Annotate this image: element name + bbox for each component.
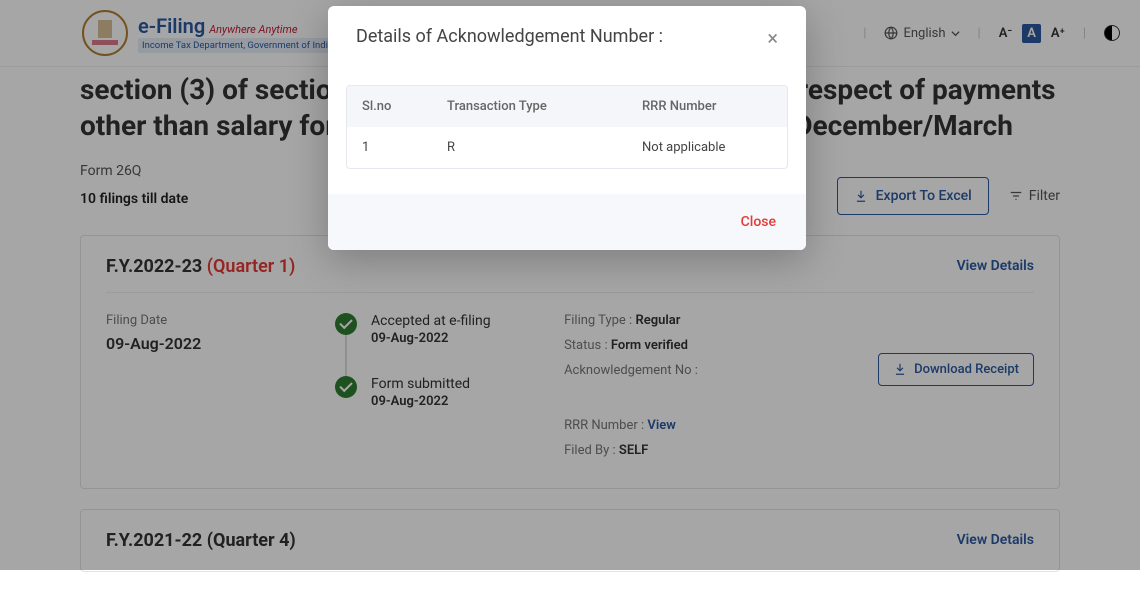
close-button[interactable]: Close bbox=[741, 214, 776, 230]
close-icon[interactable]: × bbox=[767, 26, 778, 50]
cell-slno: 1 bbox=[362, 140, 447, 155]
ack-table: Sl.no Transaction Type RRR Number 1 R No… bbox=[346, 85, 788, 169]
col-slno: Sl.no bbox=[362, 99, 447, 114]
modal-title: Details of Acknowledgement Number : bbox=[356, 26, 663, 47]
cell-txn-type: R bbox=[447, 140, 642, 155]
col-rrr: RRR Number bbox=[642, 99, 772, 114]
ack-details-modal: Details of Acknowledgement Number : × Sl… bbox=[328, 6, 806, 250]
table-header-row: Sl.no Transaction Type RRR Number bbox=[347, 86, 787, 127]
table-row: 1 R Not applicable bbox=[347, 127, 787, 168]
col-txn-type: Transaction Type bbox=[447, 99, 642, 114]
cell-rrr: Not applicable bbox=[642, 140, 772, 155]
